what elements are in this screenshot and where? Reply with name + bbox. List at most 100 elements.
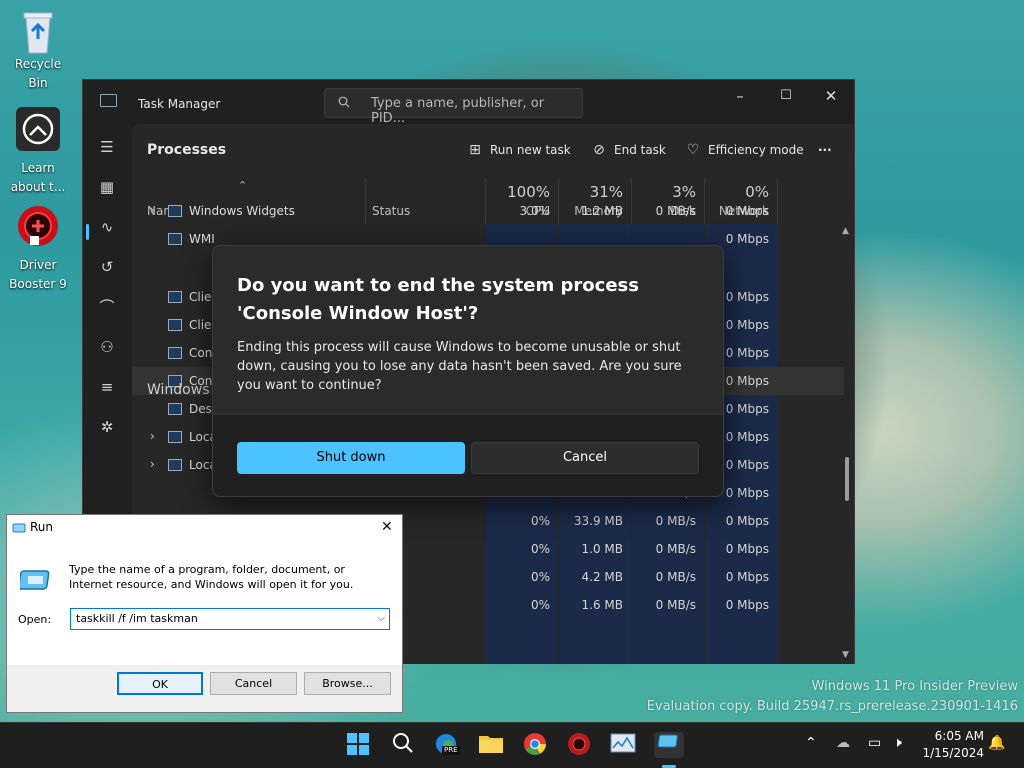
group-header-windows: Windows [147,382,210,398]
process-icon [168,233,182,245]
search-icon [338,96,350,108]
driver-booster-icon [16,204,60,248]
maximize-button[interactable]: ☐ [775,85,797,107]
command-input-value: taskkill /f /im taskman [76,612,198,625]
cancel-button[interactable]: Cancel [471,442,699,474]
cell-disk: 0 MB/s [655,542,696,556]
run-body: Type the name of a program, folder, docu… [7,542,402,665]
desktop-icon-recycle-bin[interactable]: Recycle Bin [0,7,76,93]
network-icon[interactable]: ▭ [868,735,881,751]
process-icon [168,205,182,217]
desktop-icon-driver-booster[interactable]: Driver Booster 9 [0,204,76,294]
expand-chevron-icon[interactable]: › [150,203,155,217]
table-row[interactable]: › Windows Widgets 3.0% 1.2 MB 0 MB/s 0 Mbps [132,197,844,225]
dialog-title: Do you want to end the system process 'C… [237,275,639,324]
processes-icon[interactable]: ▦ [96,176,118,198]
shut-down-button[interactable]: Shut down [237,442,465,474]
volume-muted-icon[interactable]: 🕨 [893,735,902,751]
page-title: Processes [147,142,227,158]
efficiency-mode-button[interactable]: ♡ Efficiency mode [684,140,804,160]
show-hidden-icons-chevron-icon[interactable]: ⌃ [805,735,817,751]
watermark-line-2: Evaluation copy. Build 25947.rs_prerelea… [646,699,1018,714]
cell-disk: 0 MB/s [655,570,696,584]
task-manager-taskbar-icon[interactable] [610,732,636,758]
onedrive-cloud-icon[interactable]: ☁ [836,735,850,751]
end-task-icon: ⊘ [593,142,605,158]
task-manager-titlebar[interactable]: Task Manager Type a name, publisher, or … [83,80,854,126]
process-icon [168,319,182,331]
run-close-button[interactable]: ✕ [381,519,393,535]
process-name: Windows Widgets [189,204,295,218]
notification-bell-icon[interactable]: 🔔 [988,735,1005,751]
end-task-label: End task [614,143,666,157]
dialog-message: Ending this process will cause Windows t… [237,340,682,393]
desktop-icon-learn-about[interactable]: Learn about t... [0,107,76,197]
driver-booster-taskbar-icon[interactable] [566,732,592,758]
start-button-icon[interactable] [345,732,371,758]
details-icon[interactable]: ≡ [96,376,118,398]
command-input[interactable]: taskkill /f /im taskman ⌵ [70,608,390,630]
process-name: WMI [189,232,215,246]
dialog-footer: Shut down Cancel [213,414,723,496]
cell-memory: 33.9 MB [573,514,623,528]
taskbar: PRE ⌃ ☁ ▭ 🕨 6:05 AM 1/15/2024 🔔 [0,722,1024,768]
users-icon[interactable]: ⚇ [96,336,118,358]
expand-chevron-icon[interactable]: › [150,457,155,471]
dropdown-chevron-icon[interactable]: ⌵ [377,609,385,629]
watermark-line-1: Windows 11 Pro Insider Preview [811,679,1018,694]
cell-cpu: 0% [530,570,550,584]
more-options-button[interactable]: ··· [818,140,832,160]
scroll-up-icon: ▲ [842,226,849,236]
cell-network: 0 Mbps [725,204,769,218]
expand-chevron-icon[interactable]: › [150,429,155,443]
vertical-scrollbar[interactable]: ▲ ▼ [840,224,854,664]
cell-cpu: 3.0% [519,204,551,218]
cell-memory: 1.2 MB [581,204,623,218]
edge-preview-icon[interactable]: PRE [434,732,460,758]
efficiency-mode-label: Efficiency mode [708,143,804,157]
cell-cpu: 0% [530,542,550,556]
search-taskbar-icon[interactable] [390,732,416,758]
performance-icon[interactable]: ∿ [96,216,118,238]
learn-about-icon [16,107,60,151]
cell-network: 0 Mbps [725,570,769,584]
chrome-icon[interactable] [522,732,548,758]
search-placeholder: Type a name, publisher, or PID... [371,96,545,126]
process-icon [168,431,182,443]
cell-memory: 1.0 MB [581,542,623,556]
window-title: Task Manager [138,97,221,111]
cell-cpu: 0% [530,514,550,528]
cell-disk: 0 MB/s [655,204,696,218]
minimize-button[interactable]: – [729,85,751,107]
edge-pre-badge: PRE [442,746,460,755]
cell-cpu: 0% [530,598,550,612]
clock-date[interactable]: 1/15/2024 [920,746,984,760]
run-new-task-button[interactable]: ⊞ Run new task [466,140,571,160]
browse-button[interactable]: Browse... [304,672,391,695]
desktop-icon-label: Driver Booster 9 [9,258,67,291]
desktop-icon-label: Learn about t... [10,161,66,194]
process-icon [168,291,182,303]
app-history-icon[interactable]: ↺ [96,256,118,278]
open-label: Open: [18,613,52,626]
run-titlebar[interactable]: Run ✕ [7,515,402,542]
search-input[interactable]: Type a name, publisher, or PID... [324,88,583,126]
end-task-button[interactable]: ⊘ End task [590,140,666,160]
file-explorer-icon[interactable] [478,732,504,758]
hamburger-menu-icon[interactable]: ☰ [96,136,118,158]
end-process-dialog: Do you want to end the system process 'C… [212,245,724,497]
services-icon[interactable]: ✲ [96,416,118,438]
run-new-task-label: Run new task [490,143,571,157]
clock-time[interactable]: 6:05 AM [932,729,984,743]
ok-button[interactable]: OK [117,672,203,695]
run-app-icon [20,570,50,590]
selected-indicator [86,224,89,240]
process-icon [168,347,182,359]
run-cancel-button[interactable]: Cancel [210,672,297,695]
close-button[interactable]: ✕ [820,85,842,107]
run-taskbar-icon[interactable] [654,732,684,758]
run-dialog: Run ✕ Type the name of a program, folder… [6,514,403,713]
scroll-thumb[interactable] [845,457,849,501]
startup-apps-icon[interactable]: ⌒ [96,296,118,318]
scroll-down-icon: ▼ [842,650,849,660]
